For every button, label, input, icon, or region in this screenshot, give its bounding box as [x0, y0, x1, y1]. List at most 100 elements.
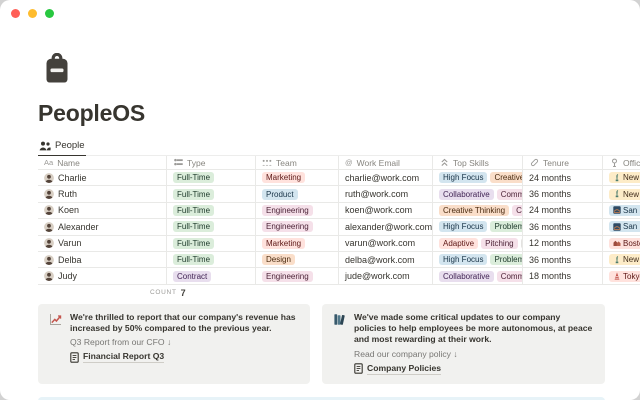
zoom-button[interactable] [45, 9, 54, 18]
table-body: Charlie Full-Time Marketing charlie@work… [38, 170, 640, 285]
cell-office: Tokyo [602, 268, 640, 283]
cell-team: Engineering [255, 219, 338, 234]
avatar [44, 255, 54, 265]
cell-top-skills: AdaptivePitchingContr [432, 236, 522, 251]
tag: Marketing [262, 238, 305, 249]
callout-seedfunding: Ever since we've completed our first rou… [38, 397, 605, 400]
table-row[interactable]: Delba Full-Time Design delba@work.com Hi… [38, 252, 640, 268]
cell-name: Koen [38, 203, 166, 218]
tag: High Focus [439, 221, 487, 232]
callout-revenue: We're thrilled to report that our compan… [38, 304, 310, 384]
link-label: Financial Report Q3 [83, 351, 164, 363]
cell-top-skills: CollaborativeCommunication [432, 268, 522, 283]
column-header-team[interactable]: Team [255, 156, 338, 170]
cell-name: Delba [38, 252, 166, 267]
minimize-button[interactable] [28, 9, 37, 18]
column-header-name[interactable]: Aa Name [38, 156, 166, 170]
tag: New York [609, 189, 640, 200]
tag: Problem Solving [490, 254, 522, 265]
tag: Full-Time [173, 254, 214, 265]
tag: Boston [609, 238, 640, 249]
column-label: Tenure [543, 158, 569, 168]
tag: Design [262, 254, 295, 265]
people-table: Aa Name Type [38, 156, 640, 301]
person-name: Varun [58, 238, 81, 248]
tag: Contract [173, 271, 211, 282]
statue-of-liberty-icon [613, 190, 621, 198]
title-icon: Aa [44, 158, 53, 168]
avatar [44, 205, 54, 215]
tab-people[interactable]: People [38, 140, 86, 156]
cell-name: Varun [38, 236, 166, 251]
person-name: Judy [58, 271, 77, 281]
column-header-tenure[interactable]: Tenure [522, 156, 602, 170]
close-button[interactable] [11, 9, 20, 18]
table-row[interactable]: Charlie Full-Time Marketing charlie@work… [38, 170, 640, 186]
cell-tenure: 36 months [522, 252, 602, 267]
table-row[interactable]: Varun Full-Time Marketing varun@work.com… [38, 236, 640, 252]
view-tabs: People [38, 140, 640, 156]
cell-office: Boston [602, 236, 640, 251]
column-label: Top Skills [453, 158, 489, 168]
cell-type: Full-Time [166, 252, 255, 267]
tag: Engineering [262, 271, 313, 282]
cell-tenure: 12 months [522, 236, 602, 251]
houses-icon [613, 239, 621, 247]
tag: High Focus [439, 172, 487, 183]
page-title: PeopleOS [38, 102, 640, 125]
cell-tenure: 36 months [522, 219, 602, 234]
cell-top-skills: Creative ThinkingCommunication [432, 203, 522, 218]
tag: Pitching [481, 238, 517, 249]
page-icon [354, 363, 363, 374]
cell-office: San Francisco [602, 219, 640, 234]
books-icon [333, 313, 346, 326]
column-header-office[interactable]: Office [602, 156, 640, 170]
callout-text: We're thrilled to report that our compan… [70, 312, 299, 335]
tag: Full-Time [173, 221, 214, 232]
cell-team: Marketing [255, 236, 338, 251]
formula-icon [529, 158, 539, 168]
tag: Full-Time [173, 189, 214, 200]
person-name: Ruth [58, 189, 77, 199]
avatar [44, 222, 54, 232]
callout-policies: We've made some critical updates to our … [322, 304, 605, 384]
column-label: Office [623, 158, 640, 168]
cell-name: Charlie [38, 170, 166, 185]
tag: Tokyo [609, 271, 640, 282]
cell-office: San Francisco [602, 203, 640, 218]
cell-work-email: jude@work.com [338, 268, 432, 283]
table-row[interactable]: Alexander Full-Time Engineering alexande… [38, 219, 640, 235]
people-icon [39, 141, 51, 151]
tag: Collaborative [439, 189, 494, 200]
email-icon: @ [345, 158, 353, 168]
tag: New York [609, 254, 640, 265]
table-row[interactable]: Judy Contract Engineering jude@work.com … [38, 268, 640, 284]
tag: Full-Time [173, 238, 214, 249]
link-company-policies[interactable]: Company Policies [354, 363, 594, 375]
page-content: PeopleOS People Aa Name [0, 0, 640, 400]
column-header-type[interactable]: Type [166, 156, 255, 170]
link-financial-report[interactable]: Financial Report Q3 [70, 351, 299, 363]
count-label[interactable]: COUNT [150, 289, 177, 296]
cell-work-email: delba@work.com [338, 252, 432, 267]
tab-label: People [55, 140, 85, 151]
cell-office: New York [602, 170, 640, 185]
tag: Problem Solving [490, 221, 522, 232]
cell-name: Judy [38, 268, 166, 283]
tag: Full-Time [173, 172, 214, 183]
table-row[interactable]: Koen Full-Time Engineering koen@work.com… [38, 203, 640, 219]
column-header-top-skills[interactable]: Top Skills [432, 156, 522, 170]
person-name: Charlie [58, 173, 87, 183]
tag: Creative Thinking [439, 205, 509, 216]
table-header: Aa Name Type [38, 156, 640, 170]
tag: San Francisco [609, 205, 640, 216]
cell-work-email: alexander@work.com [338, 219, 432, 234]
table-row[interactable]: Ruth Full-Time Product ruth@work.com Col… [38, 186, 640, 202]
cell-tenure: 24 months [522, 203, 602, 218]
tag: Engineering [262, 205, 313, 216]
person-name: Delba [58, 255, 82, 265]
page-icon [70, 352, 79, 363]
backpack-icon[interactable] [44, 53, 70, 83]
callout-text: We've made some critical updates to our … [354, 312, 594, 346]
column-header-work-email[interactable]: @ Work Email [338, 156, 432, 170]
